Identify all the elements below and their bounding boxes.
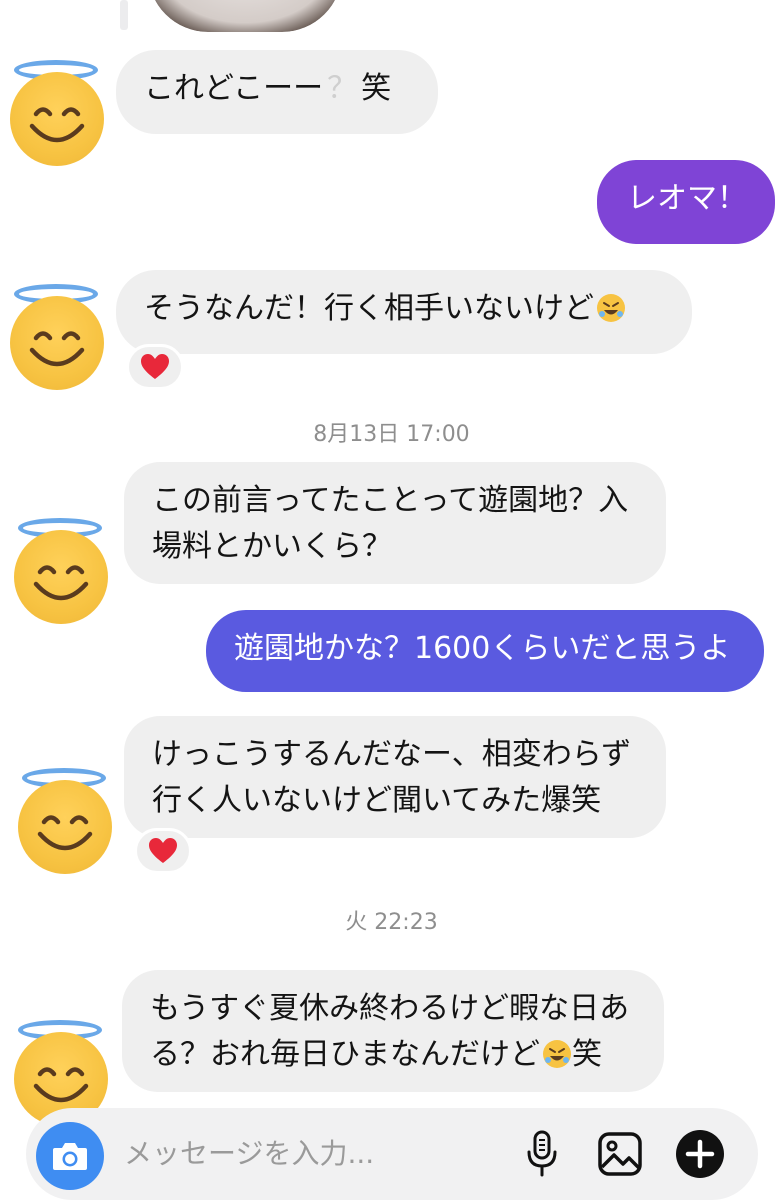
message-text: 笑 [572, 1037, 602, 1072]
message-input[interactable]: メッセージを入力... [124, 1134, 374, 1174]
message-bubble-received[interactable]: そうなんだ！行く相手いないけど [116, 270, 692, 354]
thread-line [120, 0, 128, 30]
timestamp-divider: 火 22:23 [345, 910, 438, 935]
sender-avatar[interactable] [8, 284, 106, 390]
message-bubble-received[interactable]: けっこうするんだなー、相変わらず行く人いないけど聞いてみた爆笑 [124, 716, 666, 838]
sender-avatar[interactable] [8, 60, 106, 166]
smile-eyes-icon [37, 815, 93, 851]
message-bubble-received[interactable]: もうすぐ夏休み終わるけど暇な日ある？おれ毎日ひまなんだけど 笑 [122, 970, 664, 1092]
message-text: これどこーー [144, 71, 324, 106]
plus-button[interactable] [674, 1128, 726, 1180]
message-bubble-sent[interactable]: レオマ！ [597, 160, 775, 244]
gallery-button[interactable] [594, 1128, 646, 1180]
heart-icon [149, 838, 177, 863]
reaction-badge[interactable] [126, 344, 184, 390]
shared-photo[interactable] [148, 0, 342, 32]
voice-button[interactable] [516, 1128, 568, 1180]
reaction-badge[interactable] [134, 828, 192, 874]
message-text: この前言ってたことって遊園地？入場料とかいくら？ [152, 483, 629, 564]
message-bubble-received[interactable]: この前言ってたことって遊園地？入場料とかいくら？ [124, 462, 666, 584]
sender-avatar[interactable] [12, 518, 110, 624]
plus-icon [676, 1130, 724, 1178]
smile-eyes-icon [29, 107, 85, 143]
smile-eyes-icon [29, 331, 85, 367]
shared-photo-image [148, 0, 342, 32]
message-bubble-received[interactable]: これどこーー？笑 [116, 50, 438, 134]
message-text: 笑 [361, 71, 392, 106]
camera-icon [53, 1143, 87, 1170]
gallery-icon [598, 1132, 642, 1176]
message-text: 遊園地かな？1600くらいだと思うよ [234, 631, 731, 666]
message-text: けっこうするんだなー、相変わらず行く人いないけど聞いてみた爆笑 [152, 737, 632, 818]
timestamp-divider: 8月13日 17:00 [313, 422, 470, 447]
sender-avatar[interactable] [16, 768, 114, 874]
smile-eyes-icon [33, 565, 89, 601]
rolling-on-floor-laughing-icon [597, 294, 625, 322]
rolling-on-floor-laughing-icon [543, 1040, 571, 1068]
message-text: ？ [327, 71, 358, 106]
heart-icon [141, 354, 169, 379]
camera-button[interactable] [36, 1122, 104, 1190]
message-bubble-sent[interactable]: 遊園地かな？1600くらいだと思うよ [206, 610, 764, 692]
message-text: レオマ！ [627, 181, 747, 216]
message-text: そうなんだ！行く相手いないけど [144, 291, 594, 326]
sender-avatar[interactable] [12, 1020, 110, 1126]
microphone-icon [527, 1130, 557, 1177]
